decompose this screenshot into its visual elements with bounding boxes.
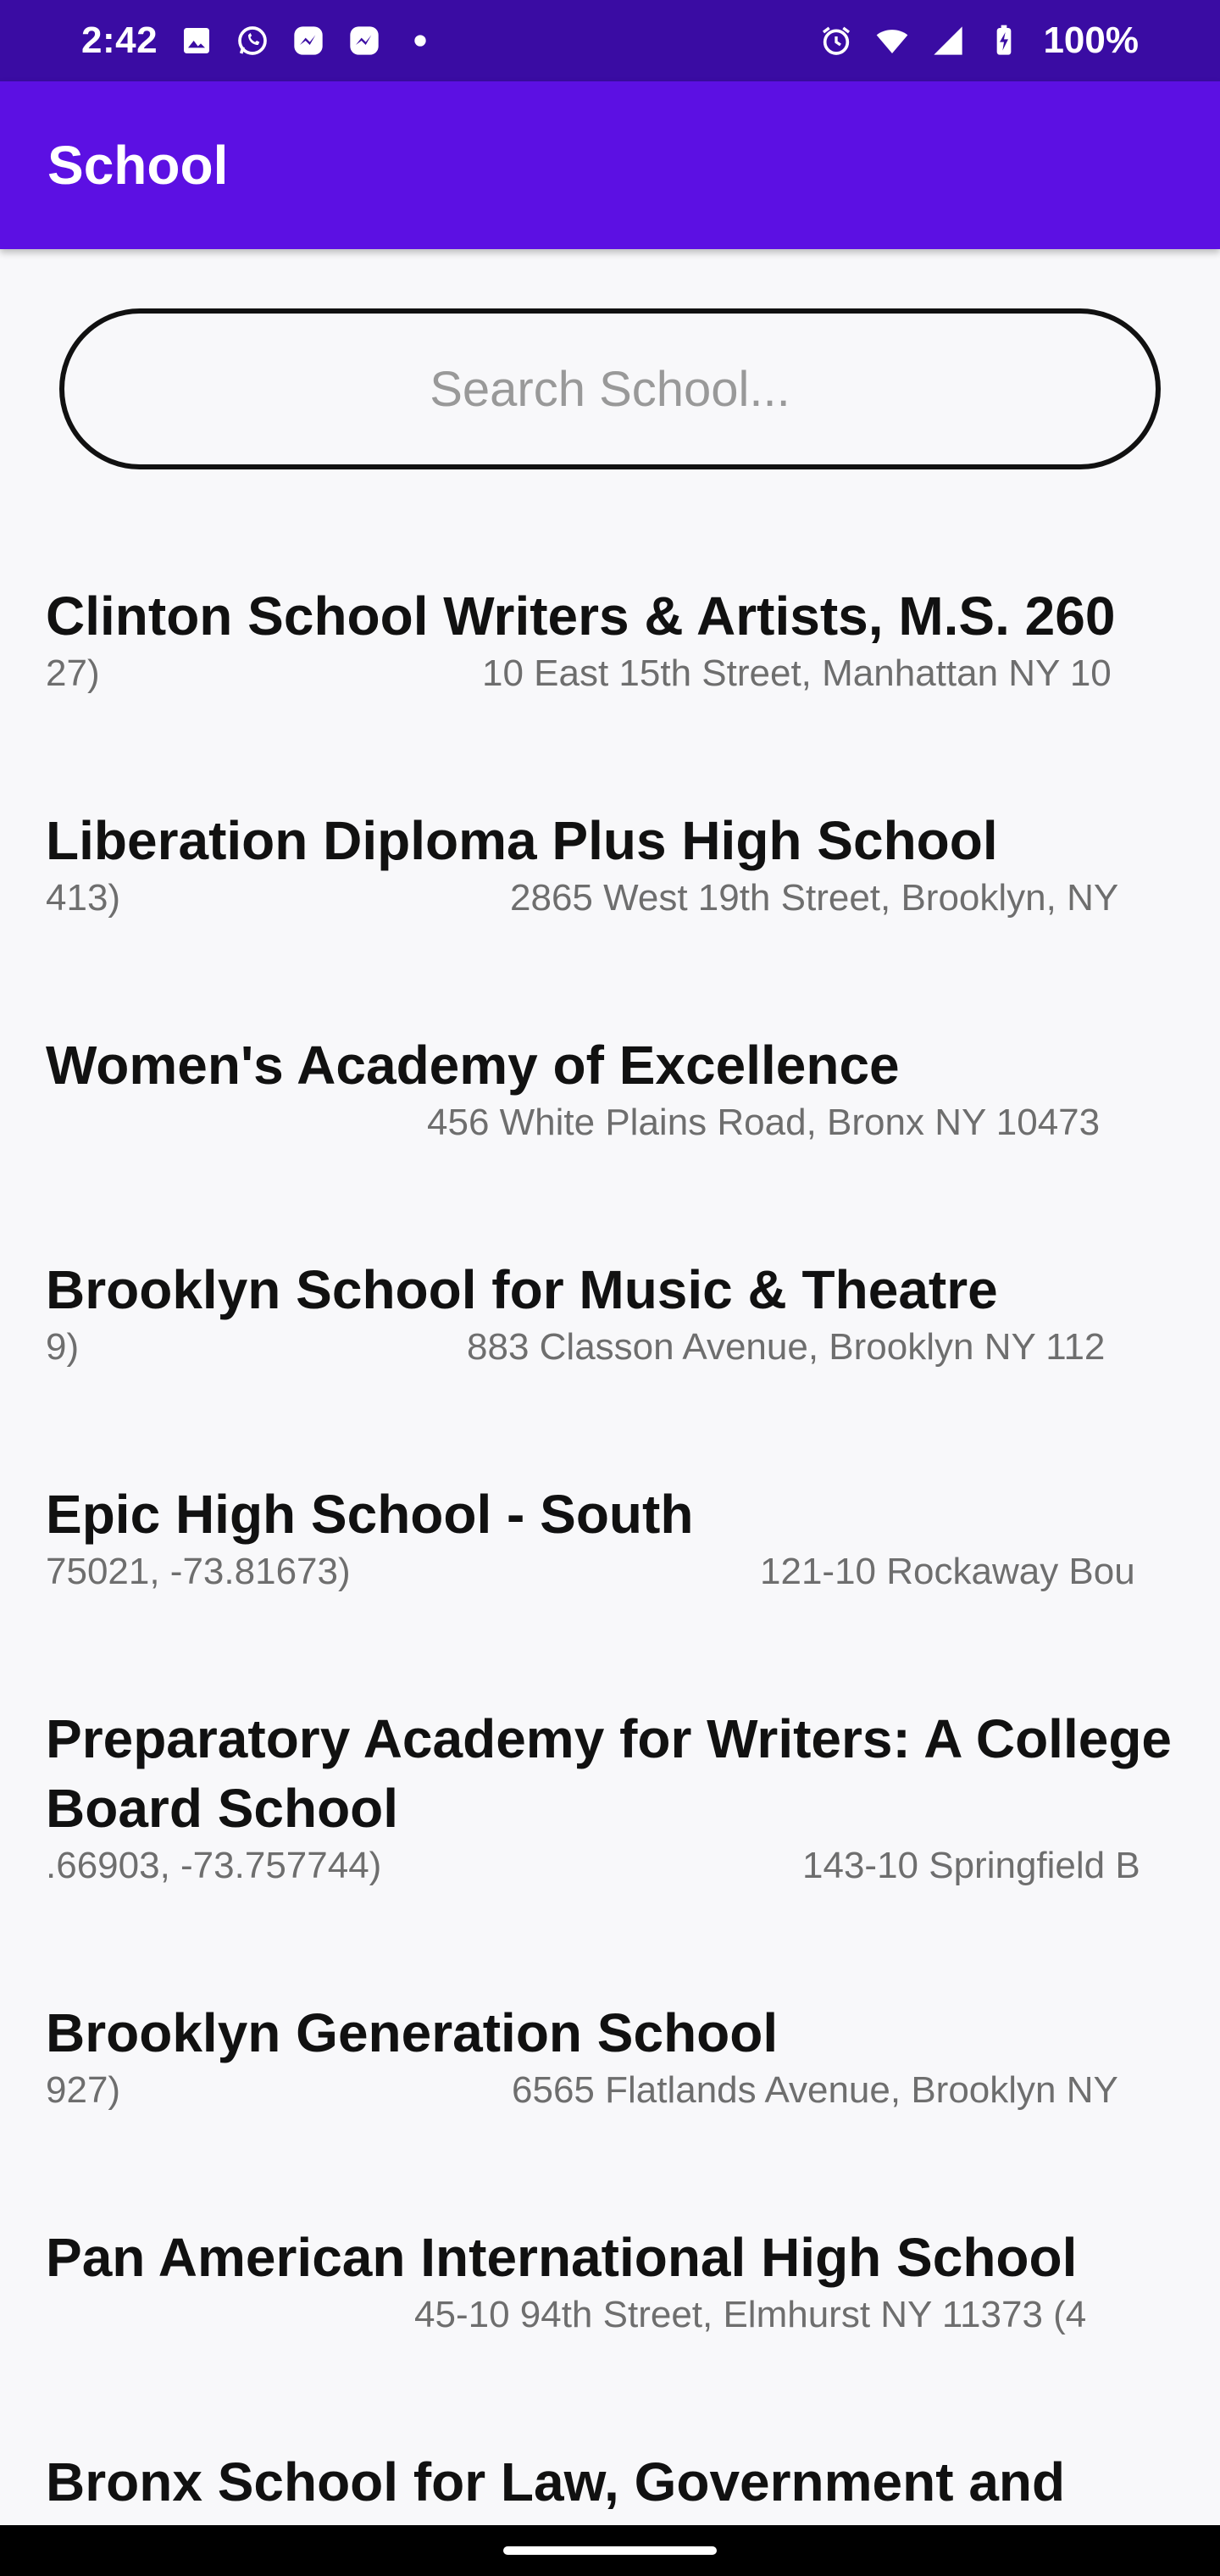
messenger-icon bbox=[291, 24, 325, 58]
school-coordinates: 27) bbox=[46, 652, 100, 694]
school-list-item[interactable]: Epic High School - South 75021, -73.8167… bbox=[0, 1441, 1220, 1665]
messenger-icon bbox=[347, 24, 381, 58]
school-address: 456 White Plains Road, Bronx NY 10473 bbox=[427, 1102, 1101, 1143]
school-name: Preparatory Academy for Writers: A Colle… bbox=[46, 1708, 1172, 1839]
school-address: 45-10 94th Street, Elmhurst NY 11373 (4 bbox=[414, 2294, 1087, 2335]
navigation-bar bbox=[0, 2525, 1220, 2576]
status-left: 2:42 bbox=[81, 19, 437, 62]
school-list-item[interactable]: Bronx School for Law, Government and bbox=[0, 2408, 1220, 2525]
image-icon bbox=[180, 24, 214, 58]
dot-icon bbox=[403, 24, 437, 58]
status-time: 2:42 bbox=[81, 19, 158, 61]
status-right: 100% bbox=[819, 19, 1139, 62]
school-name: Brooklyn Generation School bbox=[46, 2002, 779, 2063]
school-address: 121-10 Rockaway Bou bbox=[760, 1551, 1135, 1592]
whatsapp-icon bbox=[236, 24, 269, 58]
school-meta: 927) 6565 Flatlands Avenue, Brooklyn NY bbox=[46, 2069, 1173, 2120]
school-coordinates: 413) bbox=[46, 877, 121, 919]
school-list-item[interactable]: Liberation Diploma Plus High School 413)… bbox=[0, 767, 1220, 991]
status-bar: 2:42 100% bbox=[0, 0, 1220, 81]
school-address: 2865 West 19th Street, Brooklyn, NY bbox=[510, 877, 1119, 919]
school-meta: 27) 10 East 15th Street, Manhattan NY 10 bbox=[46, 652, 1173, 703]
school-name: Brooklyn School for Music & Theatre bbox=[46, 1259, 998, 1320]
app-title: School bbox=[47, 135, 229, 196]
school-list-item[interactable]: Brooklyn School for Music & Theatre 9) 8… bbox=[0, 1216, 1220, 1441]
school-coordinates: 75021, -73.81673) bbox=[46, 1551, 351, 1592]
school-list-item[interactable]: Pan American International High School 4… bbox=[0, 2184, 1220, 2408]
school-coordinates: 9) bbox=[46, 1326, 80, 1368]
school-list[interactable]: Clinton School Writers & Artists, M.S. 2… bbox=[0, 542, 1220, 2525]
school-address: 143-10 Springfield B bbox=[802, 1845, 1140, 1886]
school-list-item[interactable]: Brooklyn Generation School 927) 6565 Fla… bbox=[0, 1959, 1220, 2184]
school-address: 883 Classon Avenue, Brooklyn NY 112 bbox=[467, 1326, 1106, 1368]
alarm-icon bbox=[819, 24, 853, 58]
battery-charging-icon bbox=[987, 24, 1021, 58]
search-box[interactable] bbox=[59, 308, 1161, 469]
school-meta: 413) 2865 West 19th Street, Brooklyn, NY bbox=[46, 877, 1173, 928]
school-coordinates: 927) bbox=[46, 2069, 121, 2111]
school-meta: 456 White Plains Road, Bronx NY 10473 bbox=[46, 1102, 1173, 1152]
app-bar: School bbox=[0, 81, 1220, 249]
battery-percent: 100% bbox=[1043, 19, 1139, 61]
search-input[interactable] bbox=[64, 314, 1156, 464]
school-address: 10 East 15th Street, Manhattan NY 10 bbox=[482, 652, 1112, 694]
school-name: Clinton School Writers & Artists, M.S. 2… bbox=[46, 586, 1116, 647]
school-meta: 75021, -73.81673) 121-10 Rockaway Bou bbox=[46, 1551, 1173, 1602]
school-list-item[interactable]: Women's Academy of Excellence 456 White … bbox=[0, 991, 1220, 1216]
school-meta: 45-10 94th Street, Elmhurst NY 11373 (4 bbox=[46, 2294, 1173, 2345]
school-meta: 9) 883 Classon Avenue, Brooklyn NY 112 bbox=[46, 1326, 1173, 1377]
school-coordinates: .66903, -73.757744) bbox=[46, 1845, 382, 1886]
signal-icon bbox=[931, 24, 965, 58]
wifi-icon bbox=[875, 24, 909, 58]
school-address: 6565 Flatlands Avenue, Brooklyn NY bbox=[512, 2069, 1118, 2111]
home-indicator[interactable] bbox=[503, 2546, 717, 2555]
school-name: Bronx School for Law, Government and bbox=[46, 2451, 1066, 2512]
school-name: Women's Academy of Excellence bbox=[46, 1035, 900, 1096]
school-name: Liberation Diploma Plus High School bbox=[46, 810, 998, 871]
school-name: Pan American International High School bbox=[46, 2227, 1078, 2288]
school-meta: .66903, -73.757744) 143-10 Springfield B bbox=[46, 1845, 1173, 1896]
school-name: Epic High School - South bbox=[46, 1484, 694, 1545]
school-list-item[interactable]: Preparatory Academy for Writers: A Colle… bbox=[0, 1665, 1220, 1959]
school-list-item[interactable]: Clinton School Writers & Artists, M.S. 2… bbox=[0, 542, 1220, 767]
